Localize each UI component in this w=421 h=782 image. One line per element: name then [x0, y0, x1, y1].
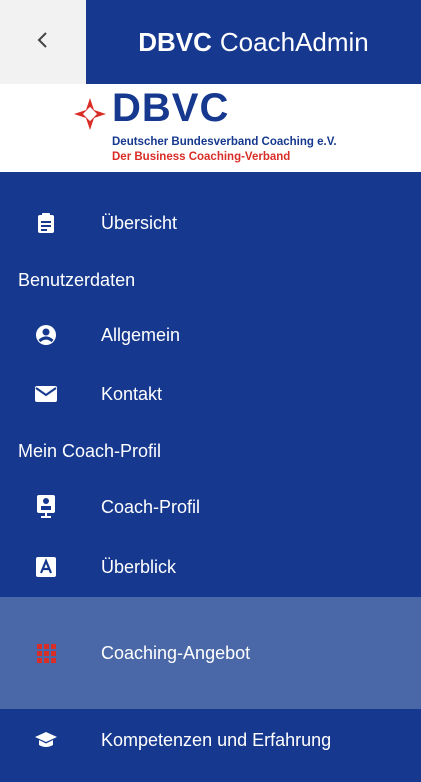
nav-item-label: Kompetenzen und Erfahrung: [101, 729, 332, 750]
app-title-brand: DBVC: [138, 26, 212, 57]
nav-item-label: Allgemein: [101, 324, 181, 345]
logo-wordmark: DBVC: [112, 86, 230, 130]
clipboard-icon: [34, 211, 58, 235]
logo-tagline: Der Business Coaching-Verband: [112, 151, 291, 163]
nav-item-coaching-offer[interactable]: Coaching-Angebot: [0, 597, 421, 709]
nav-item-general[interactable]: Allgemein: [0, 306, 421, 364]
nav-item-contact[interactable]: Kontakt: [0, 365, 421, 423]
nav-item-label: Übersicht: [101, 212, 178, 233]
logo-mark-icon: [74, 98, 106, 130]
grid-icon: [34, 641, 58, 665]
presenter-icon: [34, 495, 58, 519]
nav-item-label: Überblick: [101, 556, 177, 577]
mail-icon: [34, 382, 58, 406]
nav-item-overblick[interactable]: Überblick: [0, 538, 421, 596]
section-userdata-heading: Benutzerdaten: [18, 270, 136, 290]
nav-item-overview[interactable]: Übersicht: [0, 194, 421, 252]
logo-subtitle: Deutscher Bundesverband Coaching e.V.: [112, 136, 337, 148]
chevron-left-icon: [36, 29, 50, 55]
sidebar-nav: Übersicht Benutzerdaten Allgemein Kontak…: [0, 172, 421, 782]
top-bar: DBVC CoachAdmin: [0, 0, 421, 84]
nav-item-label: Coach-Profil: [101, 496, 201, 517]
font-a-icon: [34, 555, 58, 579]
graduation-cap-icon: [34, 728, 58, 752]
app-title-rest: CoachAdmin: [219, 26, 369, 57]
section-profile-heading: Mein Coach-Profil: [18, 441, 162, 461]
nav-item-label: Kontakt: [101, 383, 163, 404]
nav-item-coach-profile[interactable]: Coach-Profil: [0, 478, 421, 536]
user-circle-icon: [34, 323, 58, 347]
app-title: DBVC CoachAdmin: [86, 0, 421, 84]
back-button[interactable]: [0, 0, 86, 84]
nav-item-skills[interactable]: Kompetenzen und Erfahrung: [0, 711, 421, 769]
nav-item-label: Coaching-Angebot: [101, 642, 251, 663]
